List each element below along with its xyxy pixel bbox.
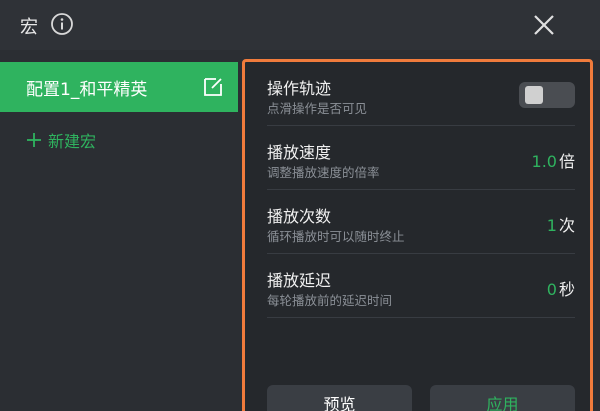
setting-row-trajectory: 操作轨迹 点滑操作是否可见	[267, 62, 575, 126]
delay-subtitle: 每轮播放前的延迟时间	[267, 293, 393, 308]
speed-unit: 倍	[558, 152, 575, 171]
new-macro-label: 新建宏	[48, 132, 97, 151]
preview-button[interactable]: 预览	[267, 385, 412, 411]
count-number: 1	[546, 216, 557, 235]
speed-subtitle: 调整播放速度的倍率	[267, 165, 380, 180]
toggle-knob	[525, 86, 543, 104]
config-label: 配置1_和平精英	[26, 80, 148, 100]
delay-value[interactable]: 0 秒	[547, 276, 575, 300]
delay-title: 播放延迟	[267, 271, 332, 290]
sidebar: 配置1_和平精英 新建宏	[0, 50, 240, 411]
sidebar-item-config[interactable]: 配置1_和平精英	[0, 62, 238, 112]
count-subtitle: 循环播放时可以随时终止	[267, 229, 405, 244]
page-title: 宏	[20, 17, 38, 38]
close-icon[interactable]	[530, 11, 558, 39]
speed-title: 播放速度	[267, 143, 332, 162]
speed-number: 1.0	[531, 152, 557, 171]
count-unit: 次	[558, 216, 575, 235]
trajectory-title: 操作轨迹	[267, 79, 332, 98]
plus-icon	[27, 133, 41, 147]
setting-row-delay[interactable]: 播放延迟 每轮播放前的延迟时间 0 秒	[267, 254, 575, 318]
speed-value[interactable]: 1.0 倍	[532, 148, 575, 172]
delay-number: 0	[546, 280, 557, 299]
count-title: 播放次数	[267, 207, 332, 226]
trajectory-subtitle: 点滑操作是否可见	[267, 101, 368, 116]
edit-icon[interactable]	[201, 75, 225, 99]
delay-unit: 秒	[558, 280, 575, 299]
count-value[interactable]: 1 次	[547, 212, 575, 236]
header-bar: 宏	[0, 0, 600, 50]
setting-row-speed[interactable]: 播放速度 调整播放速度的倍率 1.0 倍	[267, 126, 575, 190]
new-macro-button[interactable]: 新建宏	[26, 126, 96, 154]
info-circle-icon[interactable]	[50, 12, 74, 36]
settings-panel: 操作轨迹 点滑操作是否可见 播放速度 调整播放速度的倍率 1.0 倍 播放次数 …	[242, 59, 593, 411]
apply-button[interactable]: 应用	[430, 385, 575, 411]
trajectory-toggle[interactable]	[519, 82, 575, 108]
setting-row-count[interactable]: 播放次数 循环播放时可以随时终止 1 次	[267, 190, 575, 254]
